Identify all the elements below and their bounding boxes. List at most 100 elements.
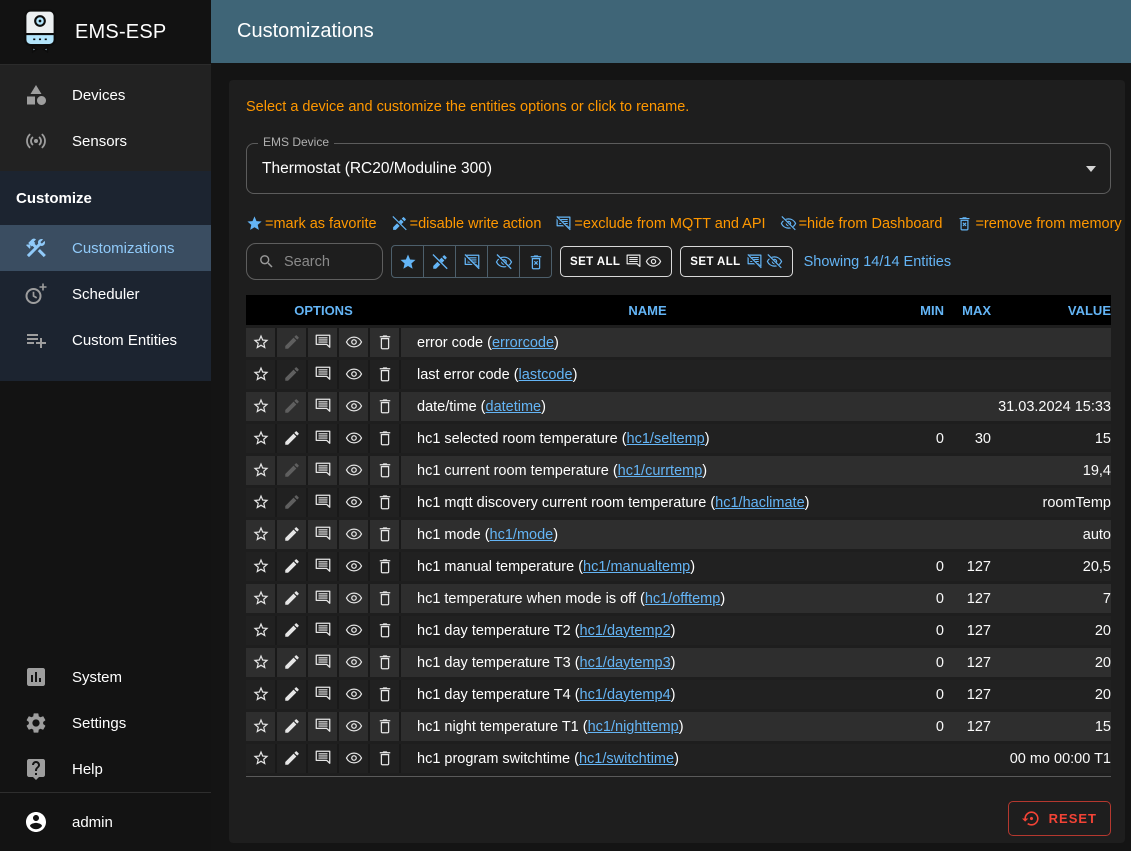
entity-shortname-link[interactable]: hc1/nighttemp [588,719,679,735]
edit-icon[interactable] [277,520,308,549]
favorite-star-icon[interactable] [246,680,277,709]
entity-shortname-link[interactable]: hc1/currtemp [618,463,703,479]
sidebar-item-devices[interactable]: Devices [0,72,211,118]
filter-mqtt-exclude-button[interactable] [456,246,488,277]
entity-shortname-link[interactable]: hc1/switchtime [579,751,674,767]
favorite-star-icon[interactable] [246,328,277,357]
search-box[interactable] [246,243,383,280]
entity-name[interactable]: last error code (lastcode) [401,360,894,389]
edit-icon[interactable] [277,584,308,613]
visibility-icon[interactable] [339,552,370,581]
mqtt-comment-icon[interactable] [308,360,339,389]
favorite-star-icon[interactable] [246,456,277,485]
mqtt-comment-icon[interactable] [308,616,339,645]
favorite-star-icon[interactable] [246,744,277,773]
mqtt-comment-icon[interactable] [308,552,339,581]
entity-name[interactable]: hc1 day temperature T4 (hc1/daytemp4) [401,680,894,709]
entity-shortname-link[interactable]: hc1/haclimate [715,495,804,511]
mqtt-comment-icon[interactable] [308,584,339,613]
favorite-star-icon[interactable] [246,488,277,517]
visibility-icon[interactable] [339,744,370,773]
edit-icon[interactable] [277,616,308,645]
entity-shortname-link[interactable]: hc1/mode [490,527,554,543]
delete-icon[interactable] [370,360,401,389]
favorite-star-icon[interactable] [246,648,277,677]
mqtt-comment-icon[interactable] [308,424,339,453]
edit-icon[interactable] [277,424,308,453]
entity-name[interactable]: hc1 selected room temperature (hc1/selte… [401,424,894,453]
entity-shortname-link[interactable]: hc1/daytemp2 [580,623,671,639]
favorite-star-icon[interactable] [246,616,277,645]
delete-icon[interactable] [370,616,401,645]
delete-icon[interactable] [370,680,401,709]
ems-device-select[interactable]: EMS Device Thermostat (RC20/Moduline 300… [246,143,1111,194]
entity-name[interactable]: hc1 program switchtime (hc1/switchtime) [401,744,894,773]
entity-name[interactable]: hc1 day temperature T3 (hc1/daytemp3) [401,648,894,677]
reset-button[interactable]: RESET [1008,801,1111,836]
edit-icon[interactable] [277,552,308,581]
sidebar-item-custom-entities[interactable]: Custom Entities [0,317,211,363]
favorite-star-icon[interactable] [246,360,277,389]
favorite-star-icon[interactable] [246,392,277,421]
visibility-icon[interactable] [339,328,370,357]
visibility-icon[interactable] [339,392,370,421]
edit-icon[interactable] [277,744,308,773]
delete-icon[interactable] [370,744,401,773]
mqtt-comment-icon[interactable] [308,456,339,485]
entity-name[interactable]: error code (errorcode) [401,328,894,357]
entity-shortname-link[interactable]: datetime [486,399,542,415]
entity-name[interactable]: hc1 manual temperature (hc1/manualtemp) [401,552,894,581]
filter-remove-button[interactable] [520,246,551,277]
sidebar-item-help[interactable]: Help [0,746,211,792]
delete-icon[interactable] [370,328,401,357]
entity-name[interactable]: hc1 current room temperature (hc1/currte… [401,456,894,485]
delete-icon[interactable] [370,424,401,453]
entity-name[interactable]: hc1 temperature when mode is off (hc1/of… [401,584,894,613]
mqtt-comment-icon[interactable] [308,392,339,421]
delete-icon[interactable] [370,456,401,485]
favorite-star-icon[interactable] [246,520,277,549]
delete-icon[interactable] [370,712,401,741]
edit-icon[interactable] [277,712,308,741]
visibility-icon[interactable] [339,456,370,485]
visibility-icon[interactable] [339,584,370,613]
mqtt-comment-icon[interactable] [308,648,339,677]
delete-icon[interactable] [370,392,401,421]
entity-name[interactable]: hc1 mqtt discovery current room temperat… [401,488,894,517]
favorite-star-icon[interactable] [246,712,277,741]
entity-name[interactable]: hc1 night temperature T1 (hc1/nighttemp) [401,712,894,741]
delete-icon[interactable] [370,648,401,677]
edit-icon[interactable] [277,648,308,677]
mqtt-comment-icon[interactable] [308,488,339,517]
delete-icon[interactable] [370,488,401,517]
visibility-icon[interactable] [339,648,370,677]
set-all-visible-button[interactable]: SET ALL [560,246,672,277]
sidebar-item-customizations[interactable]: Customizations [0,225,211,271]
filter-write-off-button[interactable] [424,246,456,277]
delete-icon[interactable] [370,552,401,581]
visibility-icon[interactable] [339,616,370,645]
mqtt-comment-icon[interactable] [308,328,339,357]
sidebar-item-sensors[interactable]: Sensors [0,118,211,164]
delete-icon[interactable] [370,520,401,549]
mqtt-comment-icon[interactable] [308,680,339,709]
favorite-star-icon[interactable] [246,424,277,453]
entity-name[interactable]: hc1 mode (hc1/mode) [401,520,894,549]
visibility-icon[interactable] [339,712,370,741]
visibility-icon[interactable] [339,488,370,517]
edit-icon[interactable] [277,680,308,709]
entity-shortname-link[interactable]: lastcode [519,367,573,383]
favorite-star-icon[interactable] [246,552,277,581]
visibility-icon[interactable] [339,424,370,453]
entity-shortname-link[interactable]: hc1/daytemp4 [580,687,671,703]
sidebar-item-system[interactable]: System [0,654,211,700]
sidebar-item-scheduler[interactable]: Scheduler [0,271,211,317]
filter-hide-button[interactable] [488,246,520,277]
visibility-icon[interactable] [339,680,370,709]
entity-name[interactable]: hc1 day temperature T2 (hc1/daytemp2) [401,616,894,645]
mqtt-comment-icon[interactable] [308,744,339,773]
mqtt-comment-icon[interactable] [308,712,339,741]
set-all-hidden-button[interactable]: SET ALL [680,246,792,277]
entity-name[interactable]: date/time (datetime) [401,392,894,421]
sidebar-item-admin[interactable]: admin [0,793,211,851]
